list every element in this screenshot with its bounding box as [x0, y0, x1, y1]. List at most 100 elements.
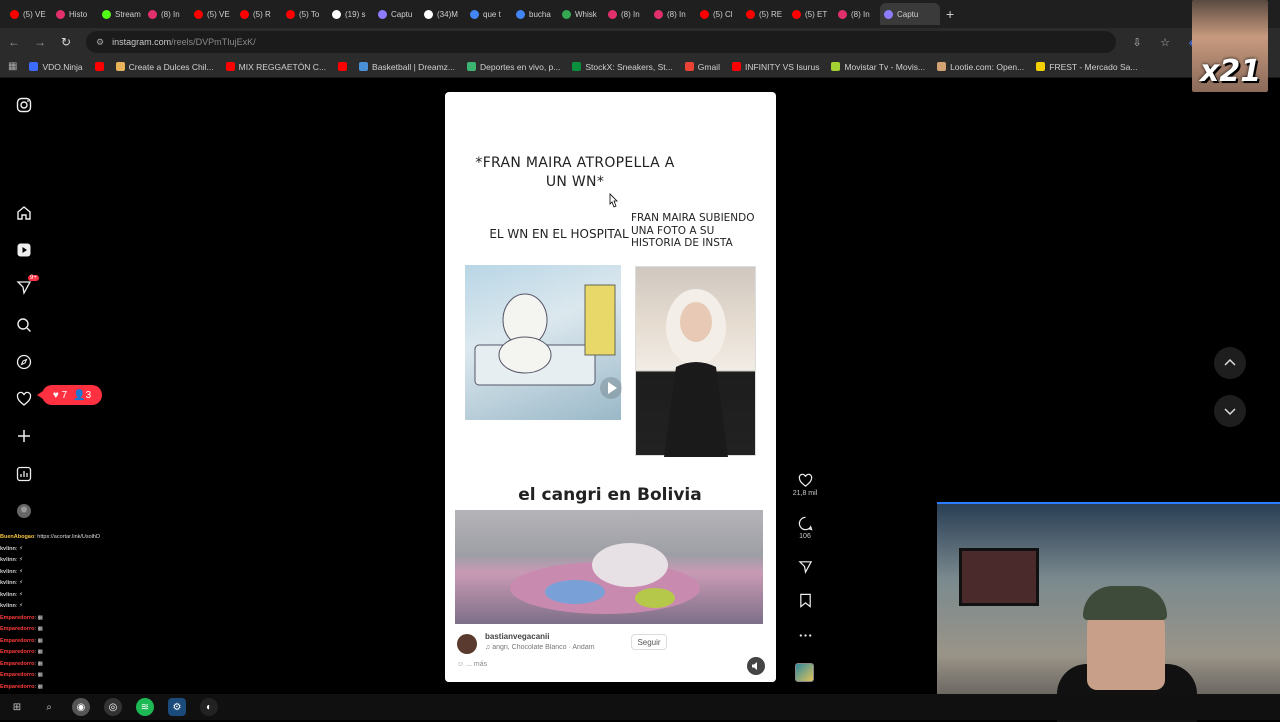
profile-avatar-icon[interactable] [14, 501, 34, 521]
more-options[interactable] [785, 628, 825, 645]
browser-tab[interactable]: (5) RE [742, 3, 788, 25]
apps-grid-icon[interactable]: ▦ [8, 61, 17, 72]
browser-tab[interactable]: (8) In [834, 3, 880, 25]
browser-tab[interactable]: (5) ET [788, 3, 834, 25]
install-icon[interactable]: ⇩ [1130, 36, 1144, 49]
save-action[interactable] [785, 593, 825, 610]
bookmark-item[interactable]: Lootie.com: Open... [937, 62, 1024, 72]
share-icon[interactable] [797, 559, 813, 574]
notifications-heart-icon[interactable] [14, 389, 34, 409]
chat-text: : ⚡ [15, 580, 23, 586]
reel-video[interactable]: *FRAN MAIRA ATROPELLA A UN WN* EL WN EN … [445, 92, 776, 682]
chat-message: Emparedorro: ▦ [0, 659, 130, 671]
bookmark-item[interactable]: INFINITY VS Isurus [731, 62, 819, 72]
search-icon[interactable] [14, 315, 34, 335]
browser-tab[interactable]: (8) In [604, 3, 650, 25]
like-heart-icon[interactable] [798, 473, 813, 488]
chat-message: kvlinn: ⚡ [0, 555, 130, 567]
bookmark-icon[interactable] [798, 593, 813, 608]
address-bar[interactable]: ⚙ instagram.com/reels/DVPmTIujExK/ [86, 31, 1116, 53]
browser-tab[interactable]: (5) VE [190, 3, 236, 25]
author-username[interactable]: bastianvegacanii [485, 632, 549, 641]
bookmark-item[interactable]: Movistar Tv - Movis... [831, 62, 925, 72]
steam-icon[interactable]: ⚙ [168, 698, 186, 716]
mute-button[interactable] [747, 657, 765, 675]
bookmark-item[interactable]: MIX REGGAETÓN C... [225, 62, 326, 72]
chat-message: Emparedorro: ▦ [0, 647, 130, 659]
author-avatar[interactable] [457, 634, 477, 654]
comment-action[interactable]: 106 [785, 516, 825, 540]
chat-text: : ⚡ [15, 545, 23, 552]
bookmark-star-icon[interactable]: ☆ [1158, 36, 1172, 49]
bookmark-item[interactable] [338, 62, 348, 71]
bookmark-item[interactable]: Create a Dulces Chil... [115, 62, 214, 72]
messages-icon[interactable]: 9+ [14, 275, 39, 297]
spotify-icon[interactable]: ≋ [136, 698, 154, 716]
reload-icon[interactable]: ↻ [60, 35, 72, 49]
browser-tab[interactable]: (8) In [144, 3, 190, 25]
browser-tab[interactable]: Captu [374, 3, 420, 25]
dashboard-icon[interactable] [14, 464, 34, 484]
browser-tab[interactable]: (5) VE [6, 3, 52, 25]
more-dots-icon[interactable] [798, 628, 813, 643]
audio-thumbnail[interactable] [795, 663, 814, 682]
tab-label: Whisk [575, 9, 597, 19]
bookmark-item[interactable]: Basketball | Dreamz... [359, 62, 455, 72]
play-icon[interactable] [600, 377, 622, 399]
browser-tab[interactable]: (19) s [328, 3, 374, 25]
tab-label: Histo [69, 9, 88, 19]
browser-tab[interactable]: Captu [880, 3, 940, 25]
previous-reel-button[interactable] [1214, 347, 1246, 379]
tab-label: Captu [897, 9, 919, 19]
bookmark-item[interactable]: Deportes en vivo, p... [467, 62, 560, 72]
chat-message: kvlinn: ⚡ [0, 567, 130, 579]
next-reel-button[interactable] [1214, 395, 1246, 427]
bookmark-item[interactable]: FREST - Mercado Sa... [1036, 62, 1137, 72]
instagram-logo-icon[interactable] [14, 95, 34, 115]
new-tab-button[interactable]: + [946, 6, 960, 22]
browser-tab[interactable]: Whisk [558, 3, 604, 25]
app-icon[interactable]: ◐ [200, 698, 218, 716]
forward-icon[interactable]: → [34, 35, 46, 49]
browser-tab[interactable]: Histo [52, 3, 98, 25]
likes-count: 7 [61, 389, 68, 401]
chrome-icon[interactable]: ◉ [72, 698, 90, 716]
bookmark-item[interactable]: VDO.Ninja [29, 62, 83, 72]
browser-tab[interactable]: (34)M [420, 3, 466, 25]
back-icon[interactable]: ← [8, 35, 20, 49]
browser-tab[interactable]: Stream [98, 3, 144, 25]
browser-tab[interactable]: bucha [512, 3, 558, 25]
browser-tab[interactable]: (5) To [282, 3, 328, 25]
caption-more[interactable]: ☺ ... más [457, 661, 487, 668]
browser-tab[interactable]: (5) Cl [696, 3, 742, 25]
windows-start-icon[interactable]: ⊞ [8, 698, 26, 716]
follow-button[interactable]: Seguir [631, 634, 667, 650]
tab-label: (5) To [299, 9, 320, 19]
bookmark-item[interactable]: StockX: Sneakers, St... [572, 61, 673, 72]
comment-icon[interactable] [798, 516, 813, 531]
search-taskbar-icon[interactable]: ⌕ [40, 698, 58, 716]
music-info[interactable]: ♫ angri, Chocolate Blanco · Andam [485, 644, 625, 651]
chat-username: kvlinn [0, 557, 16, 563]
obs-icon[interactable]: ◎ [104, 698, 122, 716]
reels-icon[interactable] [14, 240, 34, 260]
webcam-tv [959, 548, 1039, 606]
activity-pill[interactable]: ♥ 7 👤3 [37, 385, 102, 405]
bookmark-label: StockX: Sneakers, St... [585, 61, 673, 72]
home-icon[interactable] [14, 203, 34, 223]
browser-tab[interactable]: que t [466, 3, 512, 25]
browser-tab[interactable]: (5) R [236, 3, 282, 25]
browser-tab[interactable]: (8) In [650, 3, 696, 25]
tab-label: (8) In [161, 9, 180, 19]
create-icon[interactable] [14, 426, 34, 446]
meme-right-caption: FRAN MAIRA SUBIENDO UNA FOTO A SU HISTOR… [631, 212, 755, 249]
share-action[interactable] [785, 559, 825, 576]
site-info-icon[interactable]: ⚙ [96, 37, 104, 48]
chat-username: Emparedorro [0, 637, 35, 644]
like-action[interactable]: 21,8 mil [785, 473, 825, 497]
bookmark-item[interactable]: Gmail [684, 62, 720, 72]
tab-label: (19) s [345, 9, 366, 19]
chat-text: : ▦ [34, 614, 43, 621]
explore-icon[interactable] [14, 352, 34, 372]
bookmark-item[interactable] [94, 62, 104, 71]
